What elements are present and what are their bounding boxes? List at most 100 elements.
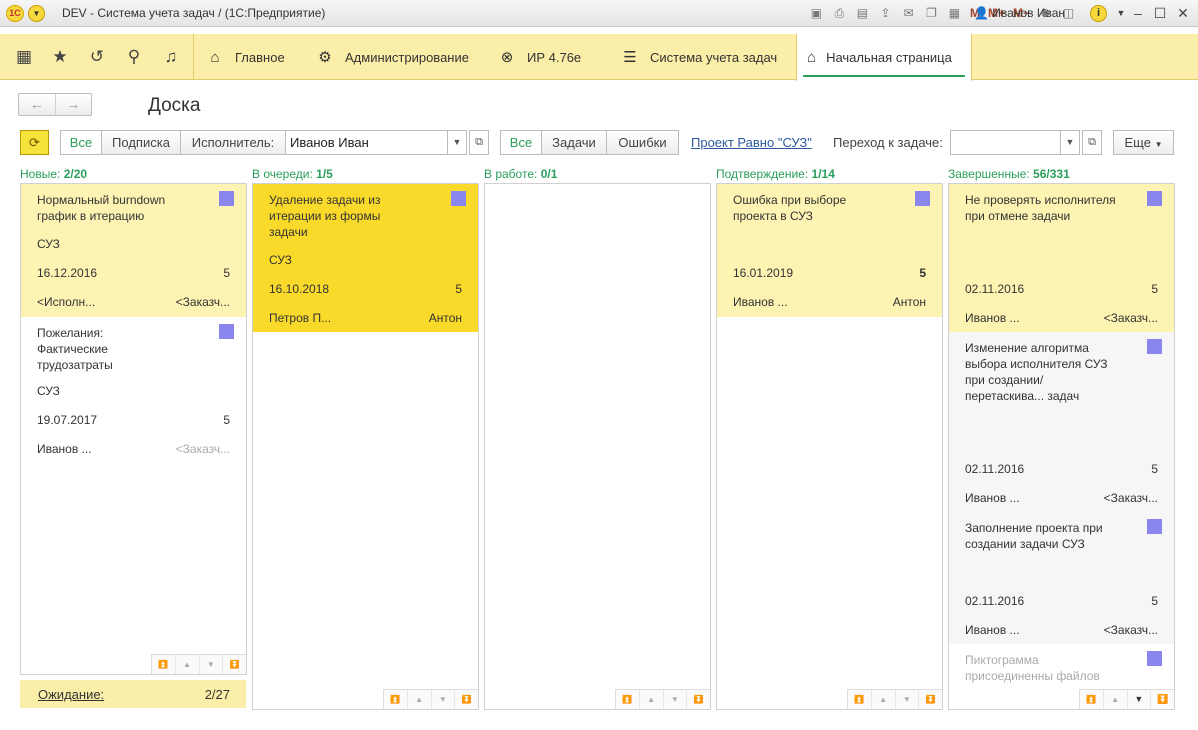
minimize-icon[interactable]: – [1127,3,1149,23]
section-ir[interactable]: ⊗ ИР 4.76е [497,34,581,80]
task-card[interactable]: Не проверять исполнителя при отмене зада… [949,184,1174,332]
scroll-top-icon[interactable]: ⏫ [152,655,176,674]
scroll-top-icon[interactable]: ⏫ [848,690,872,709]
scroll-bottom-icon[interactable]: ⏬ [919,690,942,709]
scroll-bottom-icon[interactable]: ⏬ [1151,690,1174,709]
goto-open-icon[interactable]: ⧉ [1082,130,1102,155]
help-icon[interactable]: i [1090,5,1107,22]
task-card[interactable]: Пожелания: Фактические трудозатраты СУЗ … [21,317,246,467]
column-confirm: Ошибка при выборе проекта в СУЗ 16.01.20… [716,183,943,710]
main-menu-icon[interactable]: ▼ [28,5,45,22]
task-executor: Петров П... [269,311,332,325]
maximize-icon[interactable]: ☐ [1149,3,1171,23]
apps-grid-icon[interactable]: ▦ [13,46,35,68]
history-icon[interactable]: ↺ [86,46,108,68]
more-button[interactable]: Еще ▼ [1113,130,1174,155]
scroll-top-icon[interactable]: ⏫ [1080,690,1104,709]
scroll-up-icon[interactable]: ▲ [176,655,200,674]
scroll-up-icon[interactable]: ▲ [872,690,896,709]
column-header-in-progress: В работе: 0/1 [484,167,557,181]
tab-start-page[interactable]: ⌂ Начальная страница [796,34,972,81]
goto-dropdown-icon[interactable]: ▼ [1060,130,1080,155]
task-title: Заполнение проекта при создании задачи С… [965,521,1103,551]
type-tasks-button[interactable]: Задачи [541,130,607,155]
type-errors-button[interactable]: Ошибки [606,130,679,155]
nav-divider [193,34,194,80]
task-points: 5 [223,266,230,280]
refresh-button[interactable]: ⟳ [20,130,49,155]
task-project: СУЗ [37,237,60,251]
column-header-confirm: Подтверждение: 1/14 [716,167,835,181]
back-button[interactable]: ← [19,94,55,115]
current-user[interactable]: 👤 Иванов Иван [974,6,1065,20]
priority-marker [1147,191,1162,206]
task-executor: <Исполн... [37,295,96,309]
column-name: В очереди: [252,167,313,181]
waiting-link[interactable]: Ожидание: [38,687,104,702]
scroll-bottom-icon[interactable]: ⏬ [455,690,478,709]
priority-marker [1147,519,1162,534]
scroll-up-icon[interactable]: ▲ [640,690,664,709]
window-title: DEV - Система учета задач / (1С:Предприя… [62,6,326,20]
column-done: Не проверять исполнителя при отмене зада… [948,183,1175,710]
task-points: 5 [1151,594,1158,608]
calendar-icon[interactable]: ▦ [945,4,964,23]
user-name: Иванов Иван [992,6,1066,20]
column-scroll: ⏫ ▲ ▼ ⏬ [151,654,246,674]
close-icon[interactable]: ✕ [1172,3,1194,23]
upload-icon[interactable]: ⇪ [876,4,895,23]
forward-button[interactable]: → [54,94,92,115]
scroll-top-icon[interactable]: ⏫ [384,690,408,709]
project-filter-link[interactable]: Проект Равно "СУЗ" [691,135,812,150]
column-scroll: ⏫ ▲ ▼ ⏬ [1079,689,1174,709]
task-card[interactable]: Заполнение проекта при создании задачи С… [949,512,1174,644]
scroll-down-icon[interactable]: ▼ [432,690,456,709]
task-card[interactable]: Ошибка при выборе проекта в СУЗ 16.01.20… [717,184,942,317]
favorites-star-icon[interactable]: ★ [49,46,71,68]
search-icon[interactable]: ⚲ [123,46,145,68]
priority-marker [1147,651,1162,666]
priority-marker [1147,339,1162,354]
scroll-down-icon[interactable]: ▼ [1128,690,1152,709]
section-main-label: Главное [235,49,285,65]
mail-icon[interactable]: ✉ [899,4,918,23]
scroll-bottom-icon[interactable]: ⏬ [223,655,246,674]
priority-marker [451,191,466,206]
section-admin[interactable]: ⚙ Администрирование [315,34,469,80]
task-card[interactable]: Изменение алгоритма выбора исполнителя С… [949,332,1174,512]
task-customer: Антон [892,295,926,309]
section-task-system[interactable]: ☰ Система учета задач [620,34,777,80]
task-project: СУЗ [269,253,292,267]
task-points: 5 [919,266,926,280]
preview-icon[interactable]: ▤ [853,4,872,23]
bell-icon[interactable]: ♫ [160,46,182,68]
column-name: Завершенные: [948,167,1030,181]
scroll-up-icon[interactable]: ▲ [1104,690,1128,709]
task-card[interactable]: Удаление задачи из итерации из формы зад… [253,184,478,332]
filter-all-button[interactable]: Все [60,130,102,155]
scroll-down-icon[interactable]: ▼ [896,690,920,709]
type-all-button[interactable]: Все [500,130,542,155]
executor-open-icon[interactable]: ⧉ [469,130,489,155]
scroll-down-icon[interactable]: ▼ [664,690,688,709]
print-icon[interactable]: ⎙ [830,4,849,23]
task-executor: Иванов ... [37,442,92,456]
task-card[interactable]: Нормальный burndown график в итерацию СУ… [21,184,246,317]
filter-executor-button[interactable]: Исполнитель: [180,130,286,155]
scroll-down-icon[interactable]: ▼ [200,655,224,674]
executor-field[interactable]: Иванов Иван [285,130,448,155]
task-date: 16.10.2018 [269,282,330,296]
scroll-top-icon[interactable]: ⏫ [616,690,640,709]
column-header-queue: В очереди: 1/5 [252,167,333,181]
task-title: Ошибка при выборе проекта в СУЗ [733,193,847,223]
filter-subscription-button[interactable]: Подписка [101,130,181,155]
column-scroll: ⏫ ▲ ▼ ⏬ [615,689,710,709]
save-icon[interactable]: ▣ [807,4,826,23]
scroll-up-icon[interactable]: ▲ [408,690,432,709]
scroll-bottom-icon[interactable]: ⏬ [687,690,710,709]
section-main[interactable]: ⌂ Главное [205,34,285,80]
task-date: 19.07.2017 [37,413,98,427]
copy-icon[interactable]: ❐ [922,4,941,23]
executor-dropdown-icon[interactable]: ▼ [447,130,467,155]
goto-task-field[interactable] [950,130,1061,155]
